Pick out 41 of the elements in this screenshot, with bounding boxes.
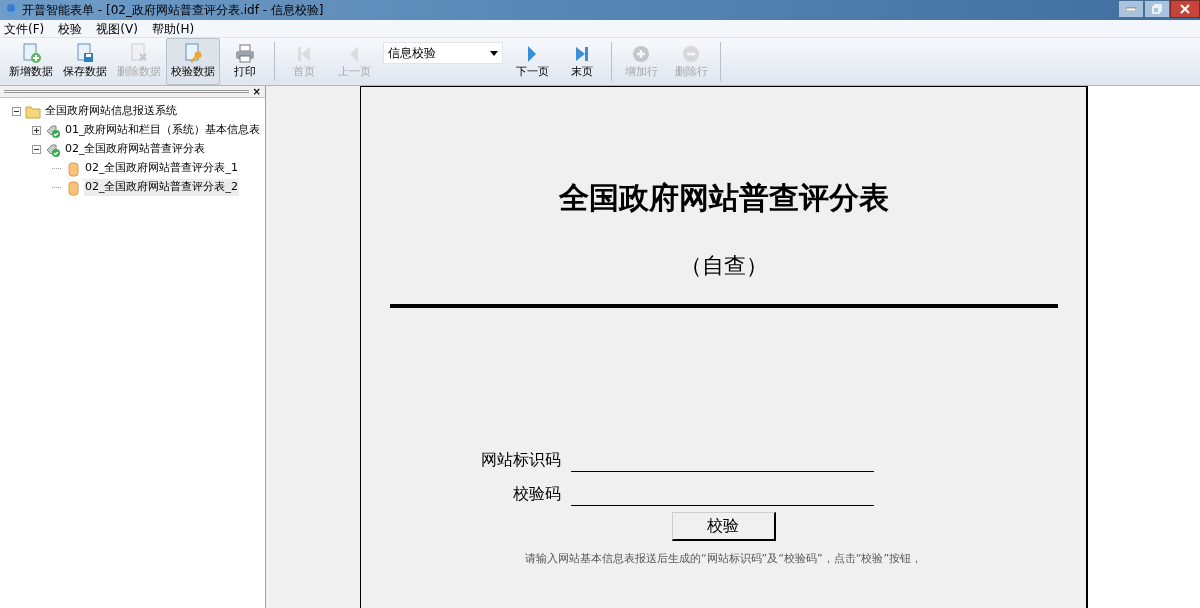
tree-item[interactable]: 全国政府网站信息报送系统 [44, 103, 178, 120]
window-title: 开普智能表单 - [02_政府网站普查评分表.idf - 信息校验] [22, 2, 324, 19]
restore-button[interactable] [1144, 0, 1170, 18]
tree-item[interactable]: 02_全国政府网站普查评分表_1 [84, 160, 239, 177]
menu-item[interactable]: 文件(F) [4, 19, 45, 38]
expand-toggle-icon[interactable] [32, 126, 41, 135]
close-button[interactable] [1170, 0, 1200, 18]
menu-item[interactable]: 帮助(H) [151, 19, 195, 38]
check-tag-icon [45, 141, 61, 158]
page-dropdown[interactable]: 信息校验 [383, 42, 503, 64]
collapse-toggle-icon[interactable] [32, 145, 41, 154]
minimize-button[interactable] [1118, 0, 1144, 18]
close-icon [1180, 4, 1190, 14]
cylinder-icon [65, 179, 81, 196]
app-logo-icon [4, 3, 18, 17]
restore-icon [1152, 4, 1162, 14]
toolbar-button[interactable]: 打印 [220, 38, 270, 85]
document-title: 全国政府网站普查评分表 [558, 183, 889, 213]
toolbar-button[interactable]: 新增数据 [4, 38, 58, 85]
dropdown-caret-icon [490, 50, 498, 56]
tree-item[interactable]: 02_全国政府网站普查评分表_2 [84, 179, 239, 196]
check-tag-icon [45, 122, 61, 139]
toolbar-button[interactable]: 末页 [557, 38, 607, 85]
collapse-toggle-icon[interactable] [12, 107, 21, 116]
print-icon [233, 42, 257, 65]
menu-item[interactable]: 校验 [58, 19, 83, 38]
verify-button[interactable]: 校验 [671, 512, 776, 541]
tree-item[interactable]: 02_全国政府网站普查评分表 [64, 141, 207, 158]
tree-item[interactable]: 01_政府网站和栏目（系统）基本信息表 [64, 122, 262, 139]
document-subtitle: （自查） [679, 252, 768, 280]
folder-icon [25, 103, 41, 120]
toolbar-button[interactable]: 保存数据 [58, 38, 112, 85]
panel-close-button[interactable]: × [252, 86, 261, 97]
toolbar-button[interactable]: 下一页 [507, 38, 557, 85]
field-label: 校验码 [512, 483, 562, 505]
instruction-text: 请输入网站基本信息表报送后生成的“网站标识码”及“校验码”，点击“校验”按钮， [524, 551, 923, 567]
field-label: 网站标识码 [480, 449, 562, 471]
toolbar-button[interactable]: 校验数据 [166, 38, 220, 85]
cylinder-icon [65, 160, 81, 177]
menu-item[interactable]: 视图(V) [96, 19, 138, 38]
minimize-icon [1126, 7, 1136, 11]
